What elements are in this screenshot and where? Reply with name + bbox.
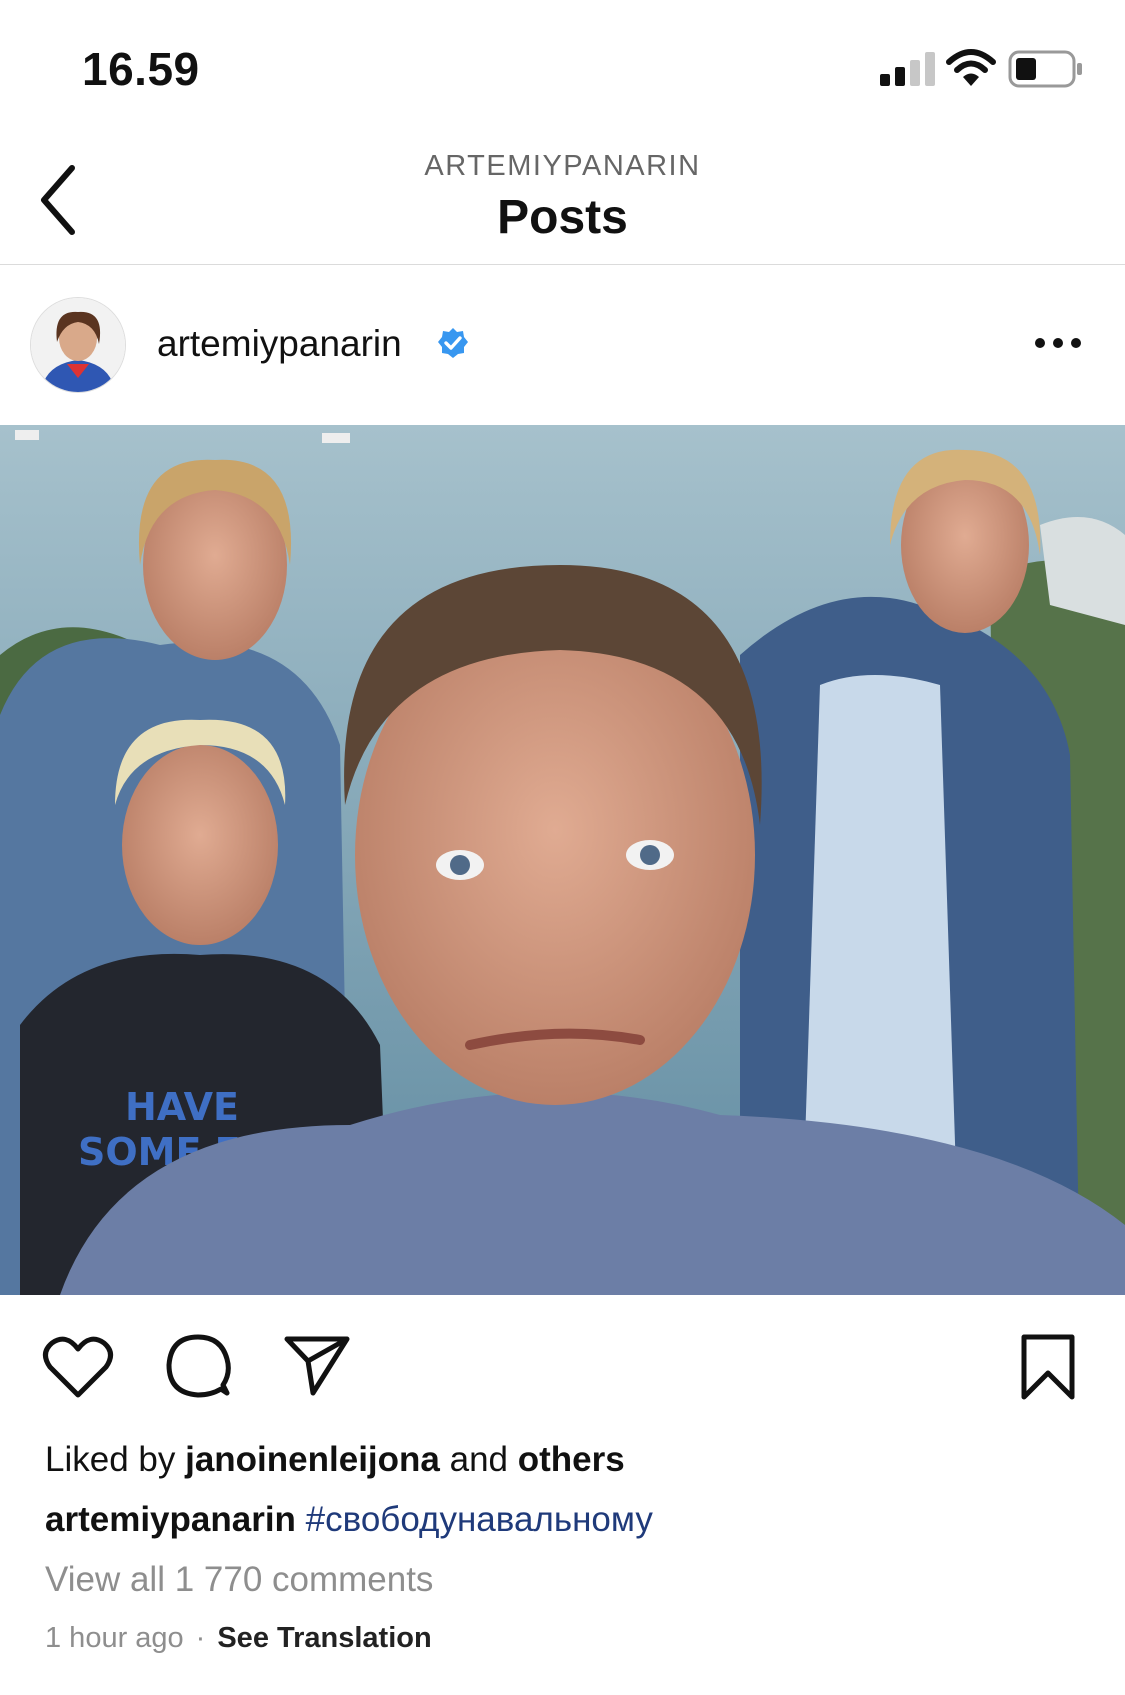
status-bar: 16.59 (0, 0, 1125, 140)
likes-text: Liked by janoinenleijona and others (45, 1440, 625, 1480)
separator-dot: · (195, 1622, 206, 1654)
comment-icon[interactable] (165, 1333, 231, 1399)
caption-hashtag[interactable]: #свободунавальному (306, 1500, 653, 1539)
send-icon[interactable] (283, 1333, 351, 1397)
svg-text:HAVE: HAVE (125, 1085, 239, 1129)
likes-prefix: Liked by (45, 1440, 176, 1479)
verified-badge-icon (438, 328, 468, 358)
post-caption: artemiypanarin #свободунавальному (45, 1500, 653, 1540)
likes-others[interactable]: others (518, 1440, 625, 1479)
post-meta: 1 hour ago · See Translation (45, 1622, 432, 1655)
post-header: artemiypanarin (0, 265, 1125, 425)
post-time: 1 hour ago (45, 1622, 184, 1654)
post-photo[interactable]: HAVE SOME FUN (0, 425, 1125, 1295)
page-title: Posts (497, 191, 628, 244)
battery-icon (1008, 50, 1082, 88)
avatar[interactable] (30, 297, 126, 393)
caption-username[interactable]: artemiypanarin (45, 1500, 296, 1539)
header-username: ARTEMIYPANARIN (424, 150, 701, 182)
nav-header: ARTEMIYPANARIN Posts (0, 140, 1125, 265)
signal-icon (880, 52, 935, 86)
heart-icon[interactable] (42, 1335, 114, 1399)
bookmark-icon[interactable] (1018, 1333, 1078, 1401)
post-actions (0, 1295, 1125, 1425)
liked-by-user[interactable]: janoinenleijona (185, 1440, 440, 1479)
post-username[interactable]: artemiypanarin (157, 323, 402, 365)
view-comments-link[interactable]: View all 1 770 comments (45, 1560, 433, 1600)
wifi-icon (946, 49, 996, 86)
see-translation-link[interactable]: See Translation (217, 1622, 431, 1654)
more-horizontal-icon[interactable] (1030, 325, 1090, 361)
likes-middle: and (449, 1440, 509, 1479)
status-time: 16.59 (82, 43, 200, 95)
